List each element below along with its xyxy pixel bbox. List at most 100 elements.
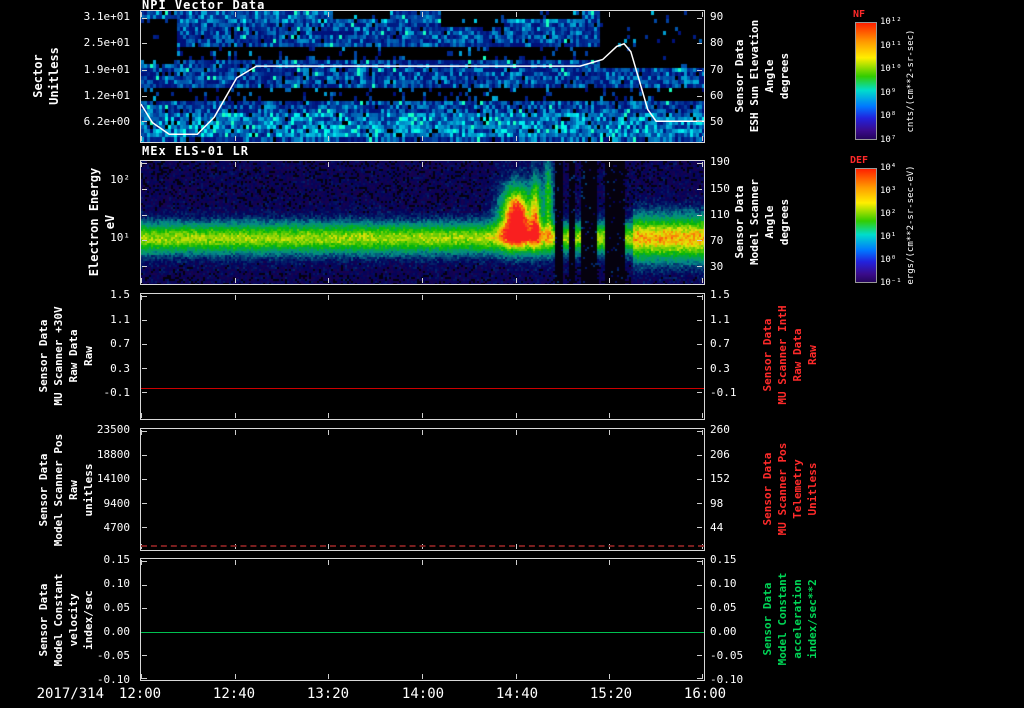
mu-right-tick: 0.3: [710, 362, 730, 375]
tick-mark: [142, 296, 147, 297]
axis-label-line: ergs/(cm**2-sr-sec-eV): [905, 165, 916, 285]
tick-mark: [697, 215, 702, 216]
npi-ytick: 6.2e+00: [83, 115, 130, 128]
scanner-pos-left-axis-label: Sensor Data Model Scanner Pos Raw unitle…: [36, 420, 96, 560]
tick-mark: [142, 96, 147, 97]
els-ytick: 10²: [110, 173, 130, 186]
axis-label-line: MU Scanner +30V: [52, 306, 65, 406]
tick-mark: [328, 162, 329, 167]
x-axis-tick: 12:40: [212, 686, 256, 702]
pos-right-tick: 98: [710, 497, 724, 510]
tick-mark: [422, 295, 423, 300]
npi-left-axis-label: Sector Unitless: [29, 11, 63, 141]
tick-mark: [609, 295, 610, 300]
tick-mark: [422, 674, 423, 679]
axis-label-line: Sensor Data: [733, 39, 746, 113]
tick-mark: [516, 12, 517, 17]
velocity-line: [141, 632, 704, 633]
tick-mark: [142, 655, 147, 656]
npi-ytick: 1.9e+01: [83, 63, 130, 76]
tick-mark: [142, 678, 147, 679]
tick-mark: [697, 121, 702, 122]
x-axis-tick: 16:00: [683, 686, 727, 702]
axis-label-line: MU Scanner IntH: [776, 305, 789, 405]
tick-mark: [328, 674, 329, 679]
tick-mark: [697, 96, 702, 97]
tick-mark: [235, 12, 236, 17]
npi-ytick: 2.5e+01: [83, 36, 130, 49]
tick-mark: [142, 240, 147, 241]
axis-label-line: MU Scanner Pos: [776, 442, 789, 536]
tick-mark: [697, 189, 702, 190]
tick-mark: [328, 430, 329, 435]
tick-mark: [142, 215, 147, 216]
mu-right-tick: 0.7: [710, 337, 730, 350]
npi-right-axis-label: Sensor Data ESH Sun Elevation Angle degr…: [731, 6, 793, 146]
vel-right-tick: 0.05: [710, 601, 737, 614]
axis-label-line: Model Scanner: [748, 178, 761, 266]
x-axis-tick: 14:40: [495, 686, 539, 702]
mu-ytick: 0.7: [110, 337, 130, 350]
tick-mark: [697, 18, 702, 19]
tick-mark: [516, 430, 517, 435]
tick-mark: [702, 162, 703, 167]
els-spectrogram-canvas: [141, 161, 704, 284]
tick-mark: [697, 455, 702, 456]
tick-mark: [328, 560, 329, 565]
scanner-pos-right-axis-label: Sensor Data MU Scanner Pos Telemetry Uni…: [760, 419, 820, 559]
tick-mark: [142, 43, 147, 44]
pos-right-tick: 206: [710, 448, 730, 461]
tick-mark: [142, 266, 147, 267]
tick-mark: [697, 240, 702, 241]
pos-right-tick: 152: [710, 472, 730, 485]
axis-label-line: Angle: [763, 205, 776, 239]
npi-spectrogram-panel: [140, 10, 705, 143]
axis-label-line: degrees: [778, 198, 791, 246]
pos-ytick: 18800: [96, 448, 130, 461]
tick-mark: [328, 278, 329, 283]
tick-mark: [422, 278, 423, 283]
tick-mark: [142, 163, 147, 164]
tick-mark: [422, 430, 423, 435]
axis-label-line: ESH Sun Elevation: [748, 19, 761, 133]
sun-elevation-line: [141, 42, 704, 136]
tick-mark: [141, 278, 142, 283]
pos-right-tick: 260: [710, 423, 730, 436]
els-left-axis-label: Electron Energy eV: [86, 147, 118, 297]
tick-mark: [142, 121, 147, 122]
tick-mark: [235, 674, 236, 679]
tick-mark: [142, 503, 147, 504]
els-spectrogram-panel: [140, 160, 705, 285]
tick-mark: [609, 162, 610, 167]
tick-mark: [697, 503, 702, 504]
tick-mark: [141, 136, 142, 141]
tick-mark: [609, 413, 610, 418]
tick-mark: [328, 295, 329, 300]
vel-right-tick: 0.15: [710, 553, 737, 566]
npi-ytick: 3.1e+01: [83, 10, 130, 23]
tick-mark: [609, 278, 610, 283]
tick-mark: [697, 561, 702, 562]
tick-mark: [697, 368, 702, 369]
axis-label-line: Sensor Data: [761, 452, 774, 526]
tick-mark: [422, 136, 423, 141]
tick-mark: [609, 674, 610, 679]
def-colorbar-title: DEF: [850, 155, 869, 166]
vel-right-tick: -0.05: [710, 649, 744, 662]
tick-mark: [697, 527, 702, 528]
tick-mark: [702, 674, 703, 679]
tick-mark: [697, 655, 702, 656]
tick-mark: [697, 678, 702, 679]
tick-mark: [516, 413, 517, 418]
axis-label-line: degrees: [778, 52, 791, 100]
tick-mark: [422, 413, 423, 418]
tick-mark: [142, 18, 147, 19]
velocity-panel: [140, 558, 705, 681]
tick-mark: [142, 455, 147, 456]
nf-colorbar-title: NF: [853, 9, 866, 20]
sun-elevation-overlay: [141, 42, 704, 136]
scanner-pos-line: [141, 545, 704, 547]
tick-mark: [697, 296, 702, 297]
tick-mark: [702, 278, 703, 283]
tick-mark: [142, 527, 147, 528]
